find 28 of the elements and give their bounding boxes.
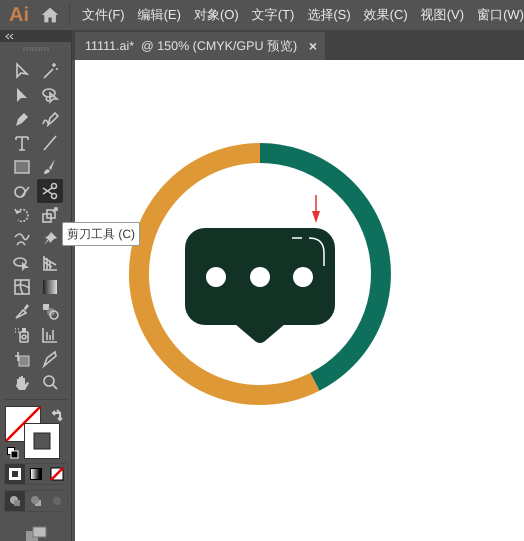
home-icon[interactable] <box>41 5 60 25</box>
scissors-icon <box>40 180 60 201</box>
slice-icon <box>40 348 60 369</box>
menu-item[interactable]: 视图(V) <box>420 5 464 25</box>
menu-item[interactable]: 选择(S) <box>307 5 351 25</box>
tab-title: 11111.ai* @ 150% (CMYK/GPU 预览) <box>85 38 298 55</box>
scale-icon <box>40 204 60 225</box>
grip-icon[interactable] <box>22 46 48 51</box>
close-button[interactable]: × <box>308 36 317 56</box>
menu-item[interactable]: 文字(T) <box>252 5 294 25</box>
draw-normal-button[interactable] <box>4 491 24 512</box>
collapse-icon[interactable] <box>5 32 14 40</box>
menu-item[interactable]: 编辑(E) <box>138 5 181 25</box>
swap-icon[interactable] <box>50 408 64 422</box>
default-colors-icon[interactable] <box>6 446 18 459</box>
menu-item[interactable]: 对象(O) <box>194 5 239 25</box>
tooltip: 剪刀工具 (C) <box>62 222 140 246</box>
menu-item[interactable]: 效果(C) <box>364 5 408 25</box>
screen-mode-icon[interactable] <box>24 526 46 541</box>
menu-item[interactable]: 窗口(W) <box>477 5 524 25</box>
menu-item[interactable]: 文件(F) <box>82 5 125 25</box>
document-tab[interactable]: 11111.ai* @ 150% (CMYK/GPU 预览) × <box>75 32 325 60</box>
color-button[interactable] <box>4 464 24 484</box>
stroke-swatch[interactable] <box>24 422 60 459</box>
tool-button[interactable] <box>36 178 62 203</box>
pointer-arrow <box>312 195 320 223</box>
mesh-icon <box>12 276 32 297</box>
app-logo: Ai <box>9 5 29 25</box>
